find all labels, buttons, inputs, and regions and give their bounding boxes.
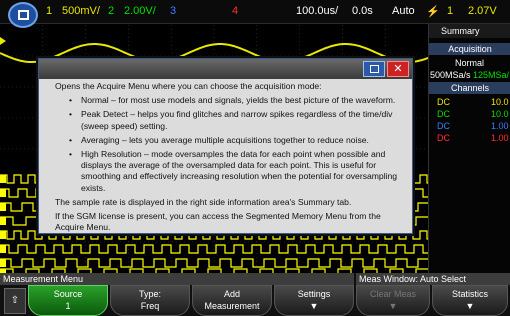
dialog-body: Opens the Acquire Menu where you can cho… xyxy=(55,81,407,236)
mode-item-averaging: Averaging – lets you average multiple ac… xyxy=(69,135,407,146)
status-bar: 1 500mV/ 2 2.00V/ 3 4 100.0us/ 0.0s Auto… xyxy=(0,0,510,28)
main-menu-button[interactable] xyxy=(8,2,38,28)
softkey-type[interactable]: Type: Freq xyxy=(110,285,190,316)
up-arrow-icon: ⇧ xyxy=(10,295,20,306)
channel-coupling: DC xyxy=(437,109,450,119)
dialog-intro: Opens the Acquire Menu where you can cho… xyxy=(55,81,322,91)
acquisition-header: Acquisition xyxy=(429,43,510,55)
digital-channel-marker xyxy=(0,189,6,197)
channel-value: 1.00 xyxy=(491,133,509,143)
mode-item-high-resolution: High Resolution – mode oversamples the d… xyxy=(69,149,407,194)
digital-channel-marker xyxy=(0,217,6,225)
digital-channel-marker xyxy=(0,259,6,267)
sidebar-tab-summary[interactable]: Summary xyxy=(441,24,480,38)
trigger-level[interactable]: 2.07V xyxy=(468,5,497,17)
digital-channel-marker xyxy=(0,245,6,253)
digital-channel-marker xyxy=(0,175,6,183)
mode-list: Normal – for most use models and signals… xyxy=(69,95,407,194)
acquisition-mode: Normal xyxy=(455,58,485,68)
close-icon: ✕ xyxy=(393,63,403,75)
channel-coupling: DC xyxy=(437,97,450,107)
softkey-bar: Measurement Menu Meas Window: Auto Selec… xyxy=(0,273,510,316)
digital-channel-marker xyxy=(0,231,6,239)
back-button[interactable]: ⇧ xyxy=(4,288,26,314)
ch2-number[interactable]: 2 xyxy=(108,5,114,17)
mode-item-peak-detect: Peak Detect – helps you find glitches an… xyxy=(69,109,407,131)
dialog-note-sample-rate: The sample rate is displayed in the righ… xyxy=(55,196,352,207)
dialog-titlebar: ✕ xyxy=(39,59,412,79)
channel-coupling: DC xyxy=(437,121,450,131)
sample-rate: 500MSa/s xyxy=(430,70,471,80)
ch1-scale[interactable]: 500mV/ xyxy=(62,5,100,17)
meas-window-label: Meas Window: Auto Select xyxy=(356,273,510,285)
channel-value: 1.00 xyxy=(491,121,509,131)
trigger-icon: ⚡ xyxy=(426,6,440,18)
mode-item-normal: Normal – for most use models and signals… xyxy=(69,95,407,106)
ch2-scale[interactable]: 2.00V/ xyxy=(124,5,156,17)
dialog-menu-button[interactable] xyxy=(363,61,385,77)
softkey-add-measurement[interactable]: Add Measurement xyxy=(192,285,272,316)
channels-header: Channels xyxy=(429,82,510,94)
softkey-settings[interactable]: Settings ▼ xyxy=(274,285,354,316)
softkey-source[interactable]: Source 1 xyxy=(28,285,108,316)
menu-icon xyxy=(18,10,29,20)
trigger-channel: 1 xyxy=(447,5,454,17)
menu-title: Measurement Menu xyxy=(0,273,354,285)
channel-value: 10.0 xyxy=(491,97,509,107)
dialog-close-button[interactable]: ✕ xyxy=(387,61,409,77)
menu-icon xyxy=(370,65,379,73)
digital-channel-marker xyxy=(0,203,6,211)
digital-channel-labels xyxy=(0,175,6,273)
trigger-mode[interactable]: Auto xyxy=(392,5,415,17)
help-dialog: ✕ Opens the Acquire Menu where you can c… xyxy=(38,58,413,234)
softkey-clear-meas[interactable]: Clear Meas ▼ xyxy=(356,285,430,316)
ch1-number[interactable]: 1 xyxy=(46,5,52,17)
timebase-readout[interactable]: 100.0us/ xyxy=(296,5,338,17)
trigger-marker xyxy=(0,37,6,45)
dialog-note-sgm: If the SGM license is present, you can a… xyxy=(55,211,381,233)
ch3-number[interactable]: 3 xyxy=(170,5,176,17)
info-sidebar: Summary Acquisition Normal 500MSa/s 125M… xyxy=(428,24,510,273)
channel-value: 10.0 xyxy=(491,109,509,119)
ch4-number[interactable]: 4 xyxy=(232,5,238,17)
sample-rate-secondary: 125MSa/ xyxy=(473,70,510,80)
delay-readout[interactable]: 0.0s xyxy=(352,5,373,17)
softkey-statistics[interactable]: Statistics ▼ xyxy=(432,285,508,316)
channel-coupling: DC xyxy=(437,133,450,143)
